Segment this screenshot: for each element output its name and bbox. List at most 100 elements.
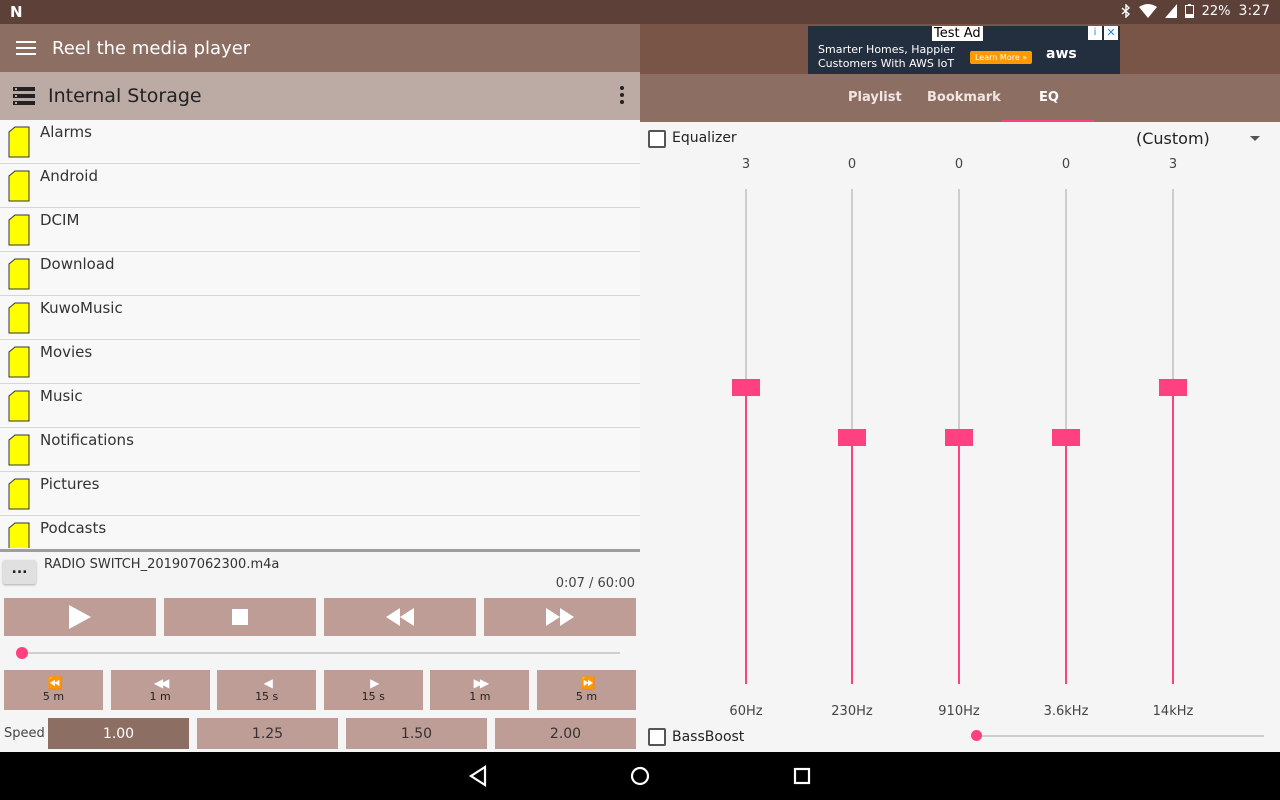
skip-button[interactable]: ⏩ 5 m	[536, 670, 636, 710]
rewind-button[interactable]	[324, 598, 476, 636]
folder-name: Pictures	[40, 475, 100, 493]
folder-icon	[8, 522, 30, 548]
folder-row[interactable]: DCIM	[0, 208, 640, 252]
skip-icon: ⏩	[580, 676, 595, 690]
band-frequency: 230Hz	[831, 704, 873, 719]
skip-button[interactable]: ▶▶ 1 m	[430, 670, 530, 710]
band-thumb[interactable]	[1159, 379, 1187, 396]
play-icon	[69, 605, 91, 629]
ad-info-icon[interactable]: i	[1088, 26, 1102, 40]
band-fill	[745, 387, 747, 684]
band-fill	[1172, 387, 1174, 684]
storage-location: Internal Storage	[48, 85, 202, 107]
speed-controls: Speed 1.00 1.25 1.50 2.00	[0, 718, 640, 750]
seek-bar[interactable]	[20, 652, 620, 654]
folder-name: Alarms	[40, 123, 92, 141]
more-vert-icon[interactable]	[620, 86, 624, 104]
folder-row[interactable]: Music	[0, 384, 640, 428]
storage-list-icon[interactable]	[0, 87, 48, 105]
band-fill	[958, 436, 960, 684]
skip-label: 1 m	[149, 690, 171, 703]
folder-row[interactable]: Podcasts	[0, 516, 640, 548]
folder-icon	[8, 170, 30, 202]
band-frequency: 14kHz	[1152, 704, 1194, 719]
folder-row[interactable]: Android	[0, 164, 640, 208]
tab-bookmark[interactable]: Bookmark	[927, 90, 1001, 105]
skip-button[interactable]: ◀ 15 s	[217, 670, 317, 710]
skip-icon: ▶▶	[473, 676, 490, 690]
folder-row[interactable]: Alarms	[0, 120, 640, 164]
speed-button[interactable]: 2.00	[495, 718, 636, 749]
app-title: Reel the media player	[52, 37, 251, 59]
bassboost-thumb[interactable]	[971, 730, 982, 741]
bassboost-checkbox[interactable]	[648, 728, 666, 746]
band-frequency: 60Hz	[729, 704, 763, 719]
equalizer-label: Equalizer	[672, 130, 737, 146]
preset-dropdown[interactable]: (Custom)	[1136, 129, 1210, 148]
home-icon[interactable]	[628, 764, 652, 788]
ad-line-2: Customers With AWS IoT	[818, 57, 955, 70]
ad-text: Smarter Homes, Happier Customers With AW…	[818, 43, 955, 71]
more-options-button[interactable]: ...	[3, 560, 36, 584]
app-bar: Reel the media player	[0, 24, 640, 72]
ad-banner[interactable]: Test Ad Smarter Homes, Happier Customers…	[808, 26, 1120, 74]
tab-eq[interactable]: EQ	[1039, 90, 1059, 105]
skip-controls: ⏪ 5 m ◀◀ 1 m ◀ 15 s ▶ 15 s ▶▶ 1 m ⏩ 5 m	[4, 670, 636, 710]
file-browser-pane: Reel the media player Internal Storage A…	[0, 24, 640, 752]
band-thumb[interactable]	[838, 428, 866, 446]
dropdown-arrow-icon[interactable]	[1250, 136, 1260, 141]
skip-button[interactable]: ⏪ 5 m	[4, 670, 103, 710]
battery-percent: 22%	[1201, 3, 1231, 19]
band-value: 0	[847, 157, 857, 172]
tab-playlist[interactable]: Playlist	[848, 90, 902, 105]
hamburger-menu-icon[interactable]	[0, 40, 52, 56]
speed-button[interactable]: 1.50	[346, 718, 487, 749]
folder-row[interactable]: Pictures	[0, 472, 640, 516]
band-fill	[1065, 436, 1067, 684]
rewind-icon	[386, 608, 414, 626]
band-frequency: 3.6kHz	[1043, 704, 1089, 719]
navigation-bar	[0, 752, 1280, 800]
bassboost-slider[interactable]	[976, 735, 1264, 737]
recents-icon[interactable]	[790, 764, 814, 788]
skip-label: 15 s	[255, 690, 279, 703]
ad-learn-more-button[interactable]: Learn More »	[970, 51, 1033, 64]
status-bar: N 22% 3:27	[0, 0, 1280, 24]
skip-button[interactable]: ◀◀ 1 m	[110, 670, 210, 710]
folder-row[interactable]: Notifications	[0, 428, 640, 472]
folder-row[interactable]: Movies	[0, 340, 640, 384]
band-thumb[interactable]	[732, 379, 760, 396]
ad-brand-logo: aws	[1046, 46, 1077, 62]
folder-name: Android	[40, 167, 98, 185]
stop-button[interactable]	[164, 598, 316, 636]
folder-name: Download	[40, 255, 115, 273]
eq-band: 3 60Hz	[716, 154, 776, 724]
skip-button[interactable]: ▶ 15 s	[323, 670, 423, 710]
band-thumb[interactable]	[945, 428, 973, 446]
skip-icon: ⏪	[47, 676, 63, 690]
band-frequency: 910Hz	[938, 704, 980, 719]
folder-name: Movies	[40, 343, 93, 361]
band-thumb[interactable]	[1052, 428, 1080, 446]
seek-thumb[interactable]	[16, 647, 29, 659]
fast-forward-button[interactable]	[484, 598, 636, 636]
play-button[interactable]	[4, 598, 156, 636]
ad-close-icon[interactable]: ✕	[1104, 26, 1118, 40]
eq-band: 0 3.6kHz	[1036, 154, 1096, 724]
band-value: 0	[954, 157, 964, 172]
folder-icon	[8, 346, 30, 378]
back-icon[interactable]	[467, 764, 491, 788]
folder-row[interactable]: Download	[0, 252, 640, 296]
stop-icon	[232, 609, 248, 625]
eq-band: 0 910Hz	[929, 154, 989, 724]
track-name: RADIO SWITCH_201907062300.m4a	[44, 557, 280, 572]
equalizer-checkbox[interactable]	[648, 130, 666, 148]
speed-button[interactable]: 1.00	[48, 718, 189, 749]
storage-bar: Internal Storage	[0, 72, 640, 120]
folder-name: Podcasts	[40, 519, 107, 537]
skip-icon: ◀◀	[153, 676, 170, 690]
folder-icon	[8, 390, 30, 422]
equalizer-header: Equalizer (Custom)	[640, 122, 1280, 154]
speed-button[interactable]: 1.25	[197, 718, 338, 749]
folder-row[interactable]: KuwoMusic	[0, 296, 640, 340]
